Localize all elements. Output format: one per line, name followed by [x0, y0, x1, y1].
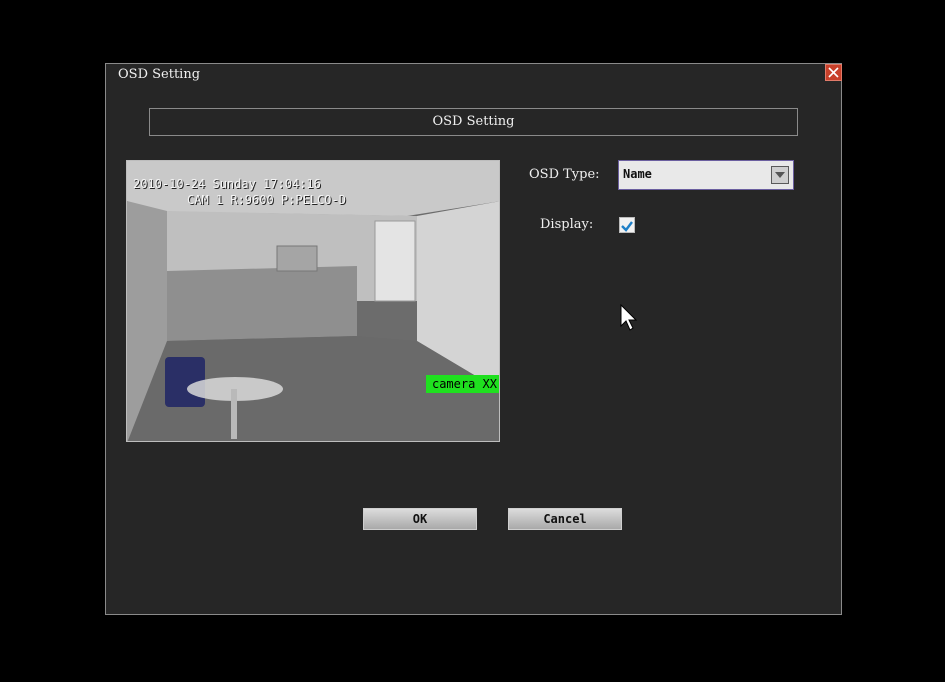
ok-button[interactable]: OK [363, 508, 477, 530]
cancel-button[interactable]: Cancel [508, 508, 622, 530]
chevron-down-icon[interactable] [771, 166, 789, 184]
checkmark-icon [621, 221, 633, 232]
window-title: OSD Setting [118, 67, 201, 82]
display-label: Display: [540, 217, 594, 232]
osd-datetime-text: 2010-10-24 Sunday 17:04:16 [133, 177, 321, 191]
close-button[interactable] [825, 64, 842, 81]
osd-camera-info-text: CAM 1 R:9600 P:PELCO-D [187, 193, 346, 207]
osd-type-label: OSD Type: [529, 167, 600, 182]
osd-name-overlay[interactable]: camera XX [425, 375, 499, 393]
osd-setting-window: OSD Setting OSD Setting 2010-10-24 Sunda… [105, 63, 842, 615]
osd-type-value: Name [623, 167, 652, 181]
mouse-pointer-icon [620, 304, 638, 331]
camera-preview: 2010-10-24 Sunday 17:04:16 CAM 1 R:9600 … [126, 160, 500, 442]
display-checkbox[interactable] [619, 217, 635, 233]
section-header: OSD Setting [149, 108, 798, 136]
close-icon [828, 67, 839, 78]
title-bar: OSD Setting [106, 64, 842, 86]
osd-type-select[interactable]: Name [618, 160, 794, 190]
